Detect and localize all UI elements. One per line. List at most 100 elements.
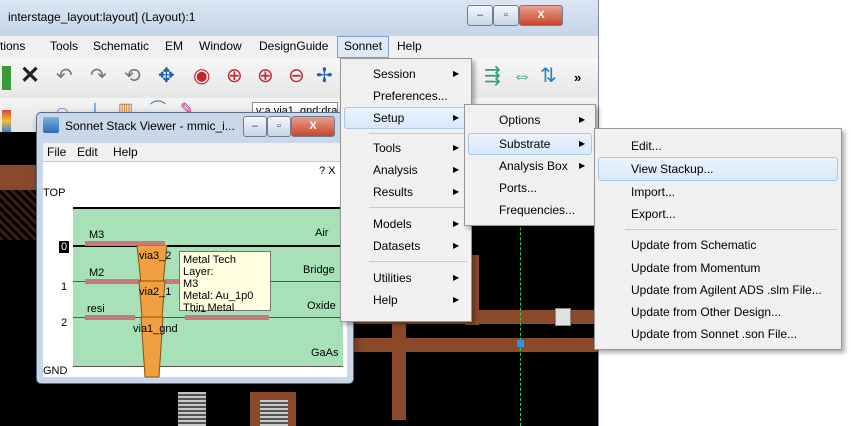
maximize-button[interactable]: ▫: [493, 5, 519, 26]
menu-item-models[interactable]: Models: [373, 217, 412, 231]
menu-item-frequencies[interactable]: Frequencies...: [499, 203, 575, 217]
menu-schematic[interactable]: Schematic: [93, 39, 149, 53]
via1-label: via1_gnd: [133, 323, 178, 335]
menu-item-results[interactable]: Results: [373, 185, 413, 199]
stack-maximize-button[interactable]: ▫: [267, 116, 291, 137]
trace-horizontal-2: [352, 338, 598, 352]
air-label: Air: [315, 227, 329, 239]
stack-viewer-title-bar: Sonnet Stack Viewer - mmic_i... – ▫ X: [37, 113, 353, 139]
m3-label: M3: [89, 229, 105, 241]
level-1-label: 1: [61, 281, 68, 293]
menu-item-ports[interactable]: Ports...: [499, 181, 537, 195]
menu-separator: [625, 229, 837, 230]
bond-pad-a: [178, 392, 206, 426]
setup-submenu: Options ▶ Substrate ▶ Analysis Box ▶ Por…: [464, 104, 596, 226]
tool-c-icon[interactable]: ⇅: [540, 66, 557, 86]
stack-menu-file[interactable]: File: [47, 145, 66, 159]
toolbar-overflow-icon[interactable]: »: [574, 70, 581, 85]
menu-window[interactable]: Window: [199, 39, 242, 53]
menu-em[interactable]: EM: [165, 39, 183, 53]
delete-icon[interactable]: ✕: [20, 64, 40, 88]
menu-separator: [369, 133, 467, 134]
tool-a-icon[interactable]: ⇶: [484, 66, 501, 86]
scroll-thumb[interactable]: [555, 308, 571, 326]
level-2-label: 2: [61, 317, 68, 329]
menu-item-update-sonnet[interactable]: Update from Sonnet .son File...: [631, 327, 797, 341]
menu-designguide[interactable]: DesignGuide: [259, 39, 328, 53]
app-icon: [43, 117, 59, 133]
stack-menu-edit[interactable]: Edit: [77, 145, 98, 159]
undo-icon[interactable]: ↶: [56, 66, 73, 86]
menu-item-datasets[interactable]: Datasets: [373, 239, 420, 253]
stack-close-button[interactable]: X: [291, 116, 335, 137]
stack-menu-help[interactable]: Help: [113, 145, 138, 159]
gnd-label: GND: [43, 365, 68, 377]
menu-item-update-momentum[interactable]: Update from Momentum: [631, 261, 760, 275]
gaas-label: GaAs: [311, 347, 339, 359]
zoom-in-2-icon[interactable]: ⊕: [257, 66, 274, 86]
menu-item-help[interactable]: Help: [373, 293, 398, 307]
menu-options[interactable]: tions: [0, 39, 25, 53]
repeat-icon[interactable]: ⟲: [124, 66, 141, 86]
submenu-arrow-icon: ▶: [579, 115, 586, 124]
menu-item-update-ads[interactable]: Update from Agilent ADS .slm File...: [631, 283, 822, 297]
tooltip-line-4: Thin Metal: [183, 302, 235, 314]
metal-m1: [185, 315, 269, 320]
menu-item-edit[interactable]: Edit...: [631, 139, 662, 153]
menu-item-analysis[interactable]: Analysis: [373, 163, 418, 177]
submenu-arrow-icon: ▶: [453, 295, 460, 304]
submenu-arrow-icon: ▶: [453, 187, 460, 196]
layer-color-icon[interactable]: [2, 110, 11, 132]
stack-minimize-button[interactable]: –: [243, 116, 267, 137]
stack-menu-bar: File Edit Help: [43, 143, 347, 161]
menu-item-preferences[interactable]: Preferences...: [373, 89, 448, 103]
submenu-arrow-icon: ▶: [453, 143, 460, 152]
menu-item-utilities[interactable]: Utilities: [373, 271, 412, 285]
port-marker: [517, 340, 524, 347]
menu-item-view-stackup[interactable]: View Stackup...: [631, 162, 714, 176]
via-stack: [136, 245, 168, 378]
menu-item-setup[interactable]: Setup: [373, 111, 404, 125]
bridge-label: Bridge: [303, 264, 335, 276]
menu-separator: [369, 207, 467, 208]
menu-item-substrate[interactable]: Substrate: [499, 137, 550, 151]
minimize-button[interactable]: –: [467, 5, 493, 26]
green-bar-icon[interactable]: [2, 66, 11, 90]
level-0-label: 0: [61, 241, 68, 253]
menu-help[interactable]: Help: [397, 39, 422, 53]
zoom-in-icon[interactable]: ⊕: [226, 66, 243, 86]
close-button[interactable]: X: [519, 5, 563, 26]
tooltip-line-3: Metal: Au_1p0: [183, 290, 254, 302]
menu-tools[interactable]: Tools: [50, 39, 78, 53]
redo-icon[interactable]: ↷: [90, 66, 107, 86]
zoom-area-icon[interactable]: ◉: [193, 66, 210, 86]
submenu-arrow-icon: ▶: [579, 139, 586, 148]
menu-item-analysis-box[interactable]: Analysis Box: [499, 159, 568, 173]
menu-item-tools[interactable]: Tools: [373, 141, 401, 155]
stack-viewer-title: Sonnet Stack Viewer - mmic_i...: [65, 119, 235, 133]
tooltip-line-1: Metal Tech Layer:: [183, 254, 236, 278]
menu-item-export[interactable]: Export...: [631, 207, 676, 221]
stackup-diagram: TOP GND 0 1 2 Air Bridge Oxide GaAs M3 M…: [43, 181, 347, 378]
substrate-submenu: Edit... View Stackup... Import... Export…: [594, 128, 842, 350]
menu-item-options[interactable]: Options: [499, 113, 540, 127]
m2-label: M2: [89, 267, 105, 279]
layer-gaas: [73, 317, 343, 367]
menu-item-session[interactable]: Session: [373, 67, 416, 81]
menu-sonnet[interactable]: Sonnet: [344, 39, 382, 53]
sonnet-menu: Session ▶ Preferences... Setup ▶ Tools ▶…: [340, 58, 472, 322]
menu-item-update-schematic[interactable]: Update from Schematic: [631, 238, 756, 252]
submenu-arrow-icon: ▶: [579, 161, 586, 170]
metal-tooltip: Metal Tech Layer: M3 Metal: Au_1p0 Thin …: [179, 251, 271, 314]
tool-b-icon[interactable]: ⇔: [512, 66, 532, 86]
pan-icon[interactable]: ✢: [316, 66, 333, 86]
move-icon[interactable]: ✥: [158, 66, 175, 86]
help-close-hint[interactable]: ? X: [319, 165, 336, 177]
menu-item-import[interactable]: Import...: [631, 185, 675, 199]
menu-separator: [369, 261, 467, 262]
menu-item-update-other[interactable]: Update from Other Design...: [631, 305, 781, 319]
oxide-label: Oxide: [307, 300, 336, 312]
menu-highlight: [344, 107, 468, 129]
zoom-out-icon[interactable]: ⊖: [288, 66, 305, 86]
trace-left-a: [0, 165, 36, 191]
